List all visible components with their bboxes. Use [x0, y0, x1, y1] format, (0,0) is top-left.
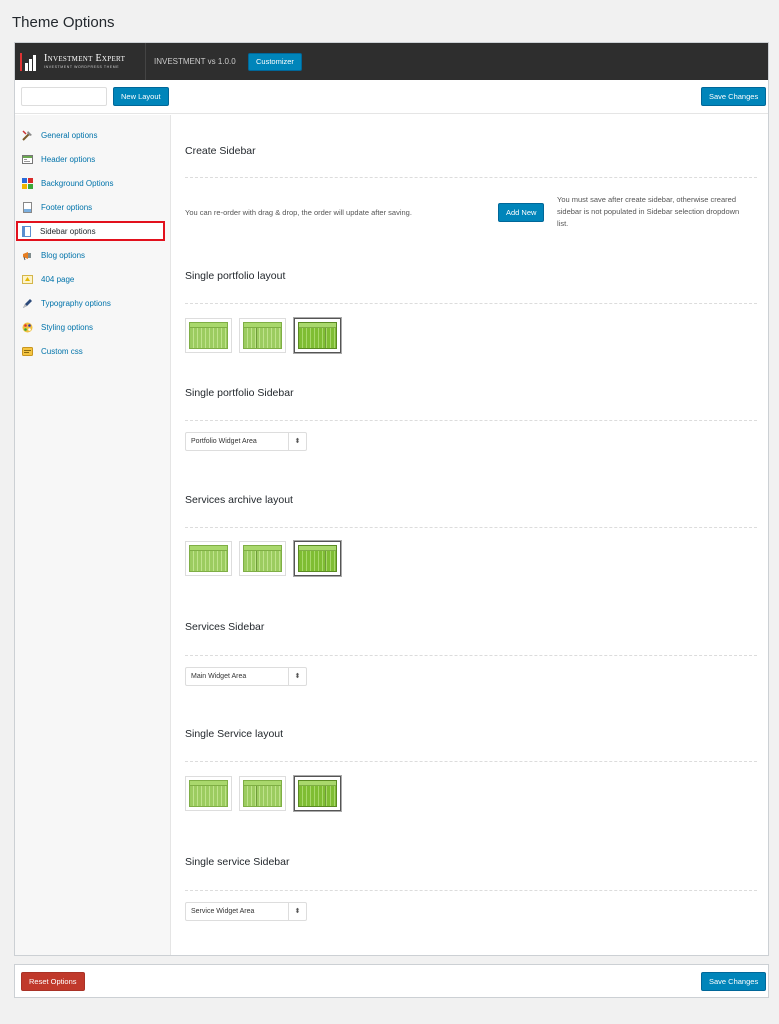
- sidebar-item-label: Typography options: [41, 298, 111, 308]
- megaphone-icon: [22, 250, 33, 261]
- sidebar-item-general[interactable]: General options: [19, 125, 171, 145]
- footer-icon: [22, 201, 33, 213]
- create-sidebar-title: Create Sidebar: [185, 145, 256, 157]
- sidebar-item-styling[interactable]: Styling options: [19, 317, 171, 337]
- reset-options-button[interactable]: Reset Options: [21, 972, 85, 991]
- css-icon: [22, 346, 33, 357]
- save-changes-bottom-button[interactable]: Save Changes: [701, 972, 767, 991]
- sidebar-item-label: Background Options: [41, 178, 114, 188]
- sidebar-item-label: Sidebar options: [40, 226, 96, 236]
- palette-icon: [22, 177, 33, 189]
- layout-name-input[interactable]: [21, 87, 107, 106]
- theme-version: INVESTMENT vs 1.0.0: [154, 57, 236, 66]
- select-value: Main Widget Area: [191, 673, 247, 680]
- select-arrows-icon: ⬍: [288, 903, 306, 920]
- sidebar-item-background[interactable]: Background Options: [19, 173, 171, 193]
- logo-name: Investment Expert: [44, 52, 126, 64]
- single-service-layout-title: Single Service layout: [185, 728, 284, 740]
- layout-option-left-sidebar[interactable]: [239, 541, 286, 576]
- sidebar-item-footer[interactable]: Footer options: [19, 197, 171, 217]
- sidebar-item-label: Custom css: [41, 346, 83, 356]
- left-sidebar-layout-thumbnail: [243, 780, 282, 807]
- sidebar-item-label: Footer options: [41, 202, 93, 212]
- select-value: Service Widget Area: [191, 908, 255, 915]
- layout-option-left-sidebar[interactable]: [239, 318, 286, 353]
- page-title: Theme Options: [12, 14, 115, 31]
- new-layout-button[interactable]: New Layout: [113, 87, 169, 106]
- section-divider: [185, 527, 757, 528]
- options-topbar: Investment Expert INVESTMENT WORDPRESS T…: [15, 43, 768, 80]
- section-divider: [185, 177, 757, 178]
- services-sidebar-select[interactable]: Main Widget Area ⬍: [185, 667, 307, 686]
- logo-tagline: INVESTMENT WORDPRESS THEME: [44, 64, 120, 69]
- sidebar-item-label: General options: [41, 130, 98, 140]
- sidebar-item-header[interactable]: Header options: [19, 149, 171, 169]
- create-sidebar-description: You must save after create sidebar, othe…: [557, 195, 740, 228]
- select-value: Portfolio Widget Area: [191, 438, 257, 445]
- right-sidebar-layout-thumbnail: [298, 322, 337, 349]
- left-sidebar-layout-thumbnail: [243, 322, 282, 349]
- create-sidebar-help: You can re-order with drag & drop, the o…: [185, 208, 412, 217]
- layout-option-full-width[interactable]: [185, 541, 232, 576]
- header-icon: [22, 154, 33, 165]
- sidebar-item-label: 404 page: [41, 274, 75, 284]
- sidebar-item-label: Header options: [41, 154, 96, 164]
- layout-option-right-sidebar[interactable]: [294, 541, 341, 576]
- section-divider: [185, 890, 757, 891]
- single-portfolio-sidebar-select[interactable]: Portfolio Widget Area ⬍: [185, 432, 307, 451]
- options-footer: Reset Options Save Changes: [14, 964, 769, 998]
- layout-option-right-sidebar[interactable]: [294, 318, 341, 353]
- sidebar-item-blog[interactable]: Blog options: [19, 245, 171, 265]
- theme-logo: Investment Expert INVESTMENT WORDPRESS T…: [15, 43, 146, 80]
- full-width-layout-thumbnail: [189, 322, 228, 349]
- sidebar-icon: [21, 225, 32, 237]
- section-divider: [185, 655, 757, 656]
- options-panel: Investment Expert INVESTMENT WORDPRESS T…: [14, 42, 769, 956]
- pen-icon: [22, 298, 33, 309]
- full-width-layout-thumbnail: [189, 545, 228, 572]
- warning-icon: [22, 274, 33, 285]
- layout-option-right-sidebar[interactable]: [294, 776, 341, 811]
- add-new-sidebar-button[interactable]: Add New: [498, 203, 545, 222]
- sidebar-item-label: Styling options: [41, 322, 94, 332]
- wrench-icon: [22, 129, 33, 141]
- options-sidebar: General options Header options Backgroun…: [15, 115, 171, 955]
- layout-option-full-width[interactable]: [185, 776, 232, 811]
- single-portfolio-sidebar-title: Single portfolio Sidebar: [185, 387, 294, 399]
- sidebar-item-sidebar[interactable]: Sidebar options: [16, 221, 165, 241]
- right-sidebar-layout-thumbnail: [298, 780, 337, 807]
- select-arrows-icon: ⬍: [288, 433, 306, 450]
- sidebar-item-custom-css[interactable]: Custom css: [19, 341, 171, 361]
- single-service-sidebar-title: Single service Sidebar: [185, 856, 290, 868]
- single-portfolio-layout-title: Single portfolio layout: [185, 270, 286, 282]
- services-sidebar-title: Services Sidebar: [185, 621, 265, 633]
- single-service-sidebar-select[interactable]: Service Widget Area ⬍: [185, 902, 307, 921]
- save-changes-top-button[interactable]: Save Changes: [701, 87, 767, 106]
- options-subbar: New Layout Save Changes: [15, 80, 768, 114]
- right-sidebar-layout-thumbnail: [298, 545, 337, 572]
- full-width-layout-thumbnail: [189, 780, 228, 807]
- select-arrows-icon: ⬍: [288, 668, 306, 685]
- sidebar-item-typography[interactable]: Typography options: [19, 293, 171, 313]
- section-divider: [185, 761, 757, 762]
- services-archive-layout-title: Services archive layout: [185, 494, 293, 506]
- layout-option-full-width[interactable]: [185, 318, 232, 353]
- logo-mark-icon: [20, 52, 40, 71]
- styling-icon: [22, 322, 33, 333]
- sidebar-item-label: Blog options: [41, 250, 86, 260]
- sidebar-item-404[interactable]: 404 page: [19, 269, 171, 289]
- section-divider: [185, 420, 757, 421]
- section-divider: [185, 303, 757, 304]
- layout-option-left-sidebar[interactable]: [239, 776, 286, 811]
- left-sidebar-layout-thumbnail: [243, 545, 282, 572]
- customizer-button[interactable]: Customizer: [248, 53, 302, 71]
